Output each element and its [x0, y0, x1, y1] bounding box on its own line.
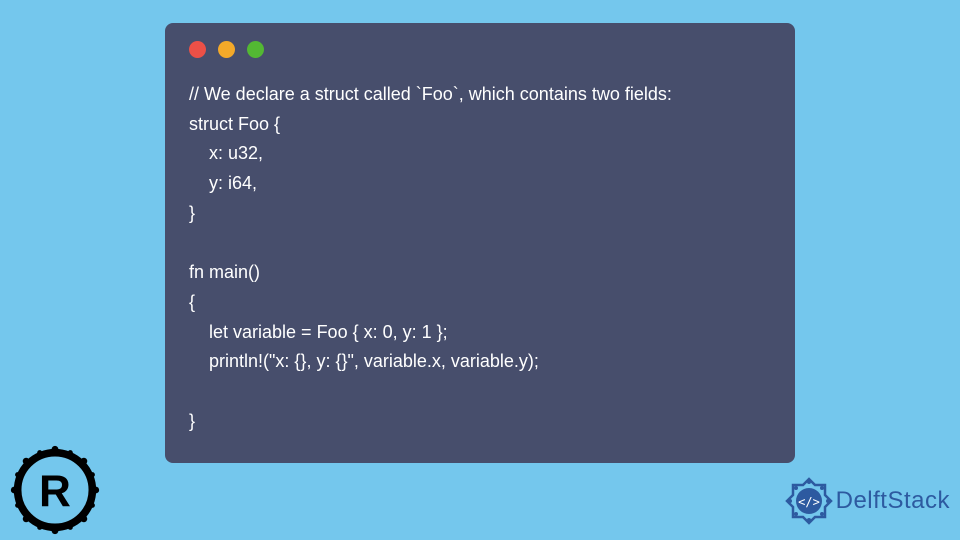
code-line: fn main() — [189, 262, 260, 282]
delftstack-icon: </> — [784, 476, 834, 526]
svg-text:</>: </> — [798, 495, 820, 509]
traffic-lights — [189, 41, 771, 58]
code-line: x: u32, — [189, 143, 263, 163]
code-line: } — [189, 203, 195, 223]
code-window: // We declare a struct called `Foo`, whi… — [165, 23, 795, 463]
code-line: println!("x: {}, y: {}", variable.x, var… — [189, 351, 539, 371]
maximize-icon — [247, 41, 264, 58]
delftstack-logo: </> DelftStack — [784, 476, 950, 526]
code-line: let variable = Foo { x: 0, y: 1 }; — [189, 322, 448, 342]
code-line: y: i64, — [189, 173, 257, 193]
code-line: struct Foo { — [189, 114, 280, 134]
close-icon — [189, 41, 206, 58]
minimize-icon — [218, 41, 235, 58]
code-line: } — [189, 411, 195, 431]
svg-text:R: R — [39, 467, 71, 516]
code-block: // We declare a struct called `Foo`, whi… — [189, 80, 771, 436]
code-line: { — [189, 292, 195, 312]
rust-logo-icon: R — [10, 445, 100, 535]
code-line: // We declare a struct called `Foo`, whi… — [189, 84, 672, 104]
delftstack-name: DelftStack — [836, 487, 950, 515]
